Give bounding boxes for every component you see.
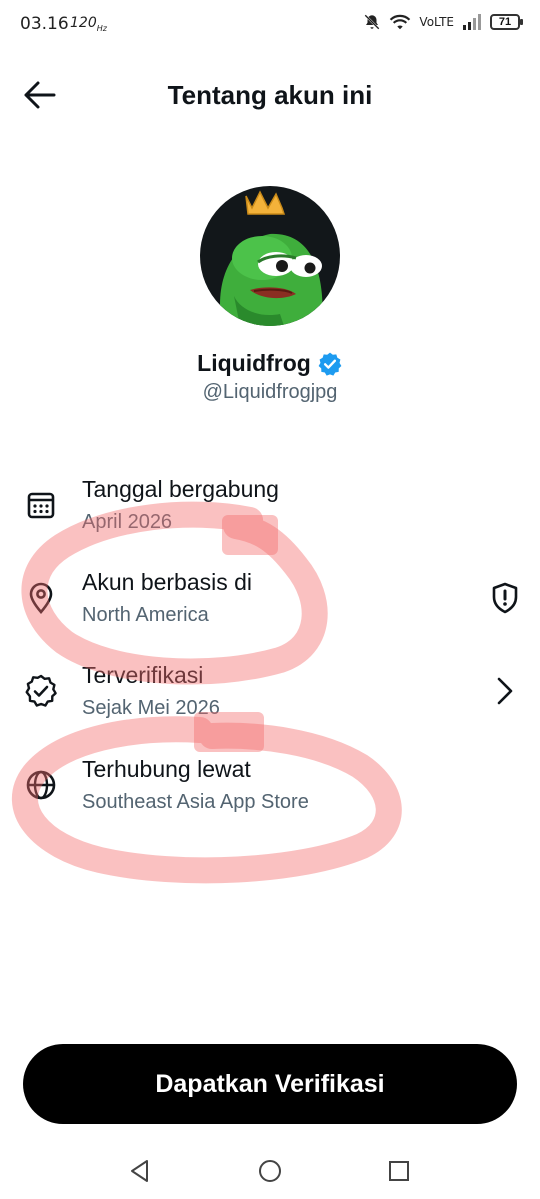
refresh-rate-indicator: 120Hz: [70, 15, 107, 33]
avatar[interactable]: [200, 186, 340, 326]
detail-value: April 2026: [82, 511, 173, 533]
volte-indicator: VoLTE: [419, 15, 454, 29]
shield-alert-icon[interactable]: [488, 581, 522, 615]
verified-check-icon: [25, 674, 57, 707]
profile-name-row: Liquidfrog: [0, 350, 540, 377]
detail-label: Terverifikasi: [82, 662, 204, 688]
detail-value: Sejak Mei 2026: [82, 697, 220, 719]
detail-label: Tanggal bergabung: [82, 476, 279, 502]
status-time: 03.16: [20, 14, 69, 34]
profile-handle: @Liquidfrogjpg: [202, 381, 338, 403]
frog-avatar-image: [200, 186, 340, 326]
detail-label: Terhubung lewat: [82, 756, 251, 782]
detail-row-verified[interactable]: Terverifikasi Sejak Mei 2026: [0, 656, 540, 736]
status-bar: 03.16 120Hz VoLTE 71: [0, 0, 540, 50]
globe-icon: [26, 770, 56, 800]
page-title: Tentang akun ini: [167, 80, 373, 110]
detail-row-connected-via: Terhubung lewat Southeast Asia App Store: [0, 750, 540, 830]
calendar-icon: [27, 492, 55, 519]
nav-recents-icon[interactable]: [384, 1156, 414, 1186]
detail-value: Southeast Asia App Store: [82, 791, 309, 813]
header: Tentang akun ini: [0, 60, 540, 130]
wifi-icon: [390, 14, 411, 30]
nav-back-icon[interactable]: [125, 1156, 155, 1186]
battery-indicator: 71: [490, 14, 523, 30]
detail-value: North America: [82, 604, 209, 626]
profile-name: Liquidfrog: [197, 350, 311, 376]
chevron-right-icon[interactable]: [488, 674, 522, 708]
status-icons: VoLTE 71: [363, 13, 523, 31]
detail-row-join-date: Tanggal bergabung April 2026: [0, 470, 540, 550]
detail-label: Akun berbasis di: [82, 569, 253, 595]
get-verified-button[interactable]: Dapatkan Verifikasi: [23, 1044, 517, 1124]
system-nav-bar: [0, 1140, 540, 1199]
nav-home-icon[interactable]: [255, 1156, 285, 1186]
verified-badge-icon: [318, 352, 342, 376]
signal-icon: [463, 14, 481, 30]
mute-bell-icon: [364, 14, 380, 30]
location-pin-icon: [29, 582, 53, 614]
detail-row-account-location[interactable]: Akun berbasis di North America: [0, 563, 540, 643]
